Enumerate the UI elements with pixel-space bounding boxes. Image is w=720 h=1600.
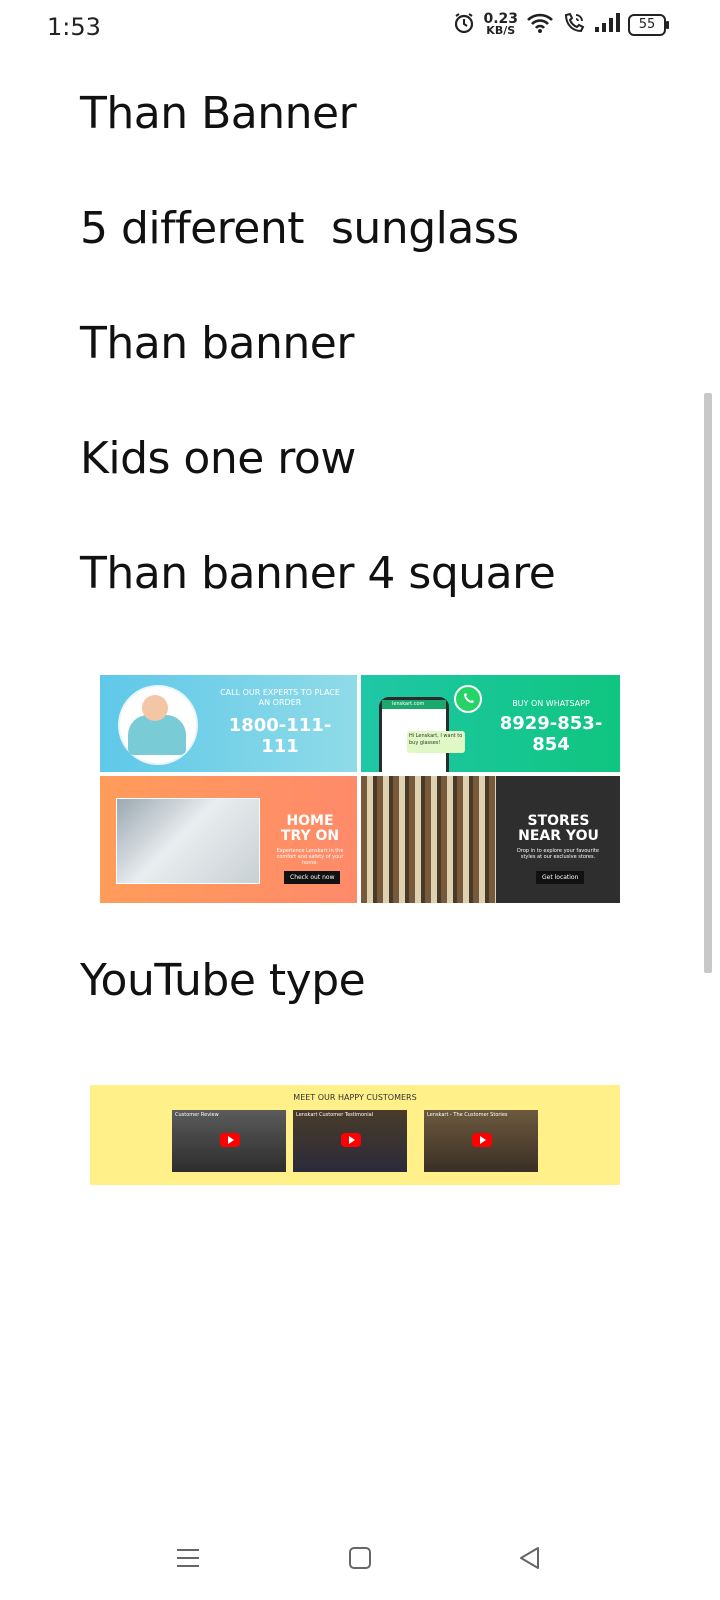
play-icon[interactable]: [341, 1133, 361, 1147]
back-triangle-icon: [520, 1547, 539, 1569]
menu-icon: [177, 1549, 199, 1567]
youtube-banner-title: MEET OUR HAPPY CUSTOMERS: [293, 1093, 417, 1102]
doc-line-4: Kids one row: [80, 433, 356, 484]
wifi-icon: [526, 12, 554, 38]
doc-line-6: YouTube type: [80, 955, 366, 1006]
home-try-on-title-2: TRY ON: [280, 828, 340, 844]
doc-line-2: 5 different sunglass: [80, 203, 519, 254]
stores-tile[interactable]: STORES NEAR YOU Drop in to explore your …: [361, 776, 620, 903]
stores-title-1: STORES: [527, 813, 590, 829]
status-bar: 1:53 0.23 KB/S 55: [0, 0, 720, 56]
stores-title-2: NEAR YOU: [518, 828, 599, 844]
video-thumbnail-2[interactable]: Lenskart Customer Testimonial: [293, 1110, 407, 1172]
home-try-on-photo: [116, 798, 260, 884]
network-speed-unit: KB/S: [486, 24, 516, 37]
whatsapp-icon: [454, 685, 482, 713]
home-try-on-sub: Experience Lenskart in the comfort and s…: [276, 848, 344, 866]
youtube-banner-image[interactable]: MEET OUR HAPPY CUSTOMERS Customer Review…: [90, 1085, 620, 1185]
whatsapp-tile[interactable]: lenskart.com Hi Lenskart, I want to buy …: [361, 675, 620, 772]
signal-icon: [594, 13, 620, 37]
phone-header: lenskart.com: [382, 700, 446, 709]
doc-line-1: Than Banner: [80, 88, 357, 139]
chat-bubble: Hi Lenskart, I want to buy glasses!: [407, 731, 465, 753]
video-thumbnail-3[interactable]: Lenskart - The Customer Stories: [424, 1110, 538, 1172]
wifi-call-icon: [562, 12, 586, 38]
home-nav-button[interactable]: [340, 1538, 380, 1578]
doc-line-3: Than banner: [80, 318, 354, 369]
home-square-icon: [349, 1547, 371, 1569]
alarm-icon: [453, 12, 475, 38]
whatsapp-number: 8929-853-854: [499, 713, 603, 755]
agent-body: [128, 715, 186, 755]
menu-nav-button[interactable]: [168, 1538, 208, 1578]
store-photo: [361, 776, 496, 903]
video-caption-2: Lenskart Customer Testimonial: [296, 1112, 374, 1118]
check-out-now-button[interactable]: Check out now: [284, 871, 341, 884]
home-try-on-tile[interactable]: HOME TRY ON Experience Lenskart in the c…: [100, 776, 357, 903]
video-caption-1: Customer Review: [175, 1112, 219, 1118]
scrollbar[interactable]: [704, 393, 712, 973]
get-location-button[interactable]: Get location: [536, 871, 585, 884]
network-speed: 0.23 KB/S: [483, 12, 518, 37]
banner-grid-image[interactable]: CALL OUR EXPERTS TO PLACE AN ORDER 1800-…: [100, 675, 620, 903]
call-experts-text: CALL OUR EXPERTS TO PLACE AN ORDER: [220, 688, 340, 707]
status-time: 1:53: [47, 13, 101, 41]
status-icons: 0.23 KB/S 55: [453, 12, 669, 38]
call-number: 1800-111-111: [228, 715, 332, 757]
agent-head: [142, 695, 168, 721]
doc-line-5: Than banner 4 square: [80, 548, 556, 599]
play-icon[interactable]: [220, 1133, 240, 1147]
battery-icon: 55: [628, 14, 669, 36]
call-experts-tile[interactable]: CALL OUR EXPERTS TO PLACE AN ORDER 1800-…: [100, 675, 357, 772]
navigation-bar: [0, 1520, 720, 1600]
video-caption-3: Lenskart - The Customer Stories: [427, 1112, 508, 1118]
stores-sub: Drop in to explore your favourite styles…: [517, 848, 599, 860]
whatsapp-text: BUY ON WHATSAPP: [512, 699, 590, 708]
video-thumbnail-1[interactable]: Customer Review: [172, 1110, 286, 1172]
back-nav-button[interactable]: [510, 1538, 550, 1578]
play-icon[interactable]: [472, 1133, 492, 1147]
home-try-on-title-1: HOME: [286, 813, 334, 829]
